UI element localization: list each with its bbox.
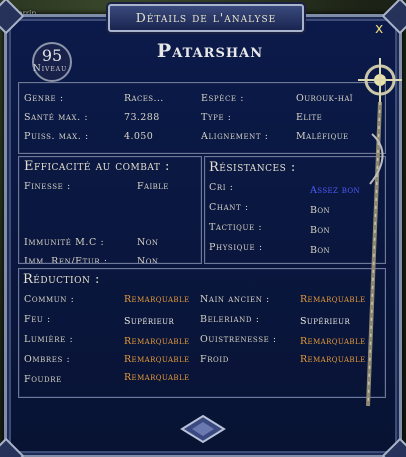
- genre-label: Genre :: [24, 93, 64, 104]
- game-scene: Samorrin Détails de l'analyse x 95 Nivea…: [0, 0, 406, 457]
- combat-panel: Efficacité au combat : Finesse : Faible …: [18, 156, 202, 264]
- beleriand-value: Supérieur: [300, 316, 351, 327]
- corner-ornament: [381, 0, 406, 35]
- espece-value: Ourouk-haï: [296, 93, 353, 104]
- chant-value: Bon: [310, 205, 331, 216]
- feu-label: Feu :: [24, 314, 51, 325]
- cri-label: Cri :: [209, 182, 234, 193]
- ombres-value: Remarquable: [124, 354, 190, 365]
- cutoff-value: Non: [137, 256, 159, 264]
- foudre-label: Foudre: [24, 374, 62, 385]
- sante-value: 73.288: [124, 112, 160, 123]
- physique-value: Bon: [310, 245, 331, 256]
- ombres-label: Ombres :: [24, 354, 71, 365]
- alignement-value: Maléfique: [296, 131, 349, 142]
- chant-label: Chant :: [209, 202, 249, 213]
- puiss-label: Puiss. max. :: [24, 131, 89, 142]
- staff-ornament-icon: [358, 58, 402, 407]
- level-value: 95: [41, 46, 63, 65]
- cutoff-label: Imm. Ren/Etur :: [24, 256, 108, 264]
- corner-ornament: [0, 0, 25, 35]
- window-titlebar[interactable]: Détails de l'analyse: [108, 4, 304, 32]
- foudre-value: Remarquable: [124, 372, 190, 383]
- type-label: Type :: [201, 112, 232, 123]
- puiss-value: 4.050: [124, 131, 154, 142]
- espece-label: Espèce :: [201, 93, 245, 104]
- commun-value: Remarquable: [124, 294, 190, 305]
- tactique-value: Bon: [310, 225, 331, 236]
- genre-value: Races...: [124, 93, 164, 104]
- nain-label: Nain ancien :: [200, 294, 270, 305]
- beleriand-label: Beleriand :: [200, 314, 260, 325]
- finesse-label: Finesse :: [24, 181, 71, 192]
- reduction-header: Réduction :: [23, 272, 100, 287]
- level-label: Niveau: [32, 64, 68, 74]
- reduction-panel: [18, 268, 386, 398]
- bottom-gem-icon: [180, 414, 226, 444]
- alignement-label: Alignement :: [201, 131, 269, 142]
- corner-ornament: [0, 437, 25, 457]
- close-button[interactable]: x: [375, 21, 383, 37]
- immunite-value: Non: [137, 237, 159, 248]
- lumiere-label: Lumière :: [24, 334, 74, 345]
- finesse-value: Faible: [137, 181, 169, 192]
- physique-label: Physique :: [209, 242, 263, 253]
- commun-label: Commun :: [24, 294, 75, 305]
- type-value: Elite: [296, 112, 323, 123]
- ouistrenesse-label: Ouistrenesse :: [200, 334, 277, 345]
- froid-label: Froid: [200, 354, 229, 365]
- resistances-header: Résistances :: [209, 160, 296, 175]
- target-name: Patarshan: [156, 40, 264, 62]
- immunite-label: Immunité M.C :: [24, 237, 105, 248]
- sante-label: Santé max. :: [24, 112, 89, 123]
- combat-header: Efficacité au combat :: [24, 159, 170, 174]
- feu-value: Supérieur: [124, 316, 175, 327]
- lumiere-value: Remarquable: [124, 336, 190, 347]
- tactique-label: Tactique :: [209, 222, 263, 233]
- corner-ornament: [381, 437, 406, 457]
- cri-value: Assez bon: [310, 185, 361, 196]
- window-title: Détails de l'analyse: [135, 10, 277, 25]
